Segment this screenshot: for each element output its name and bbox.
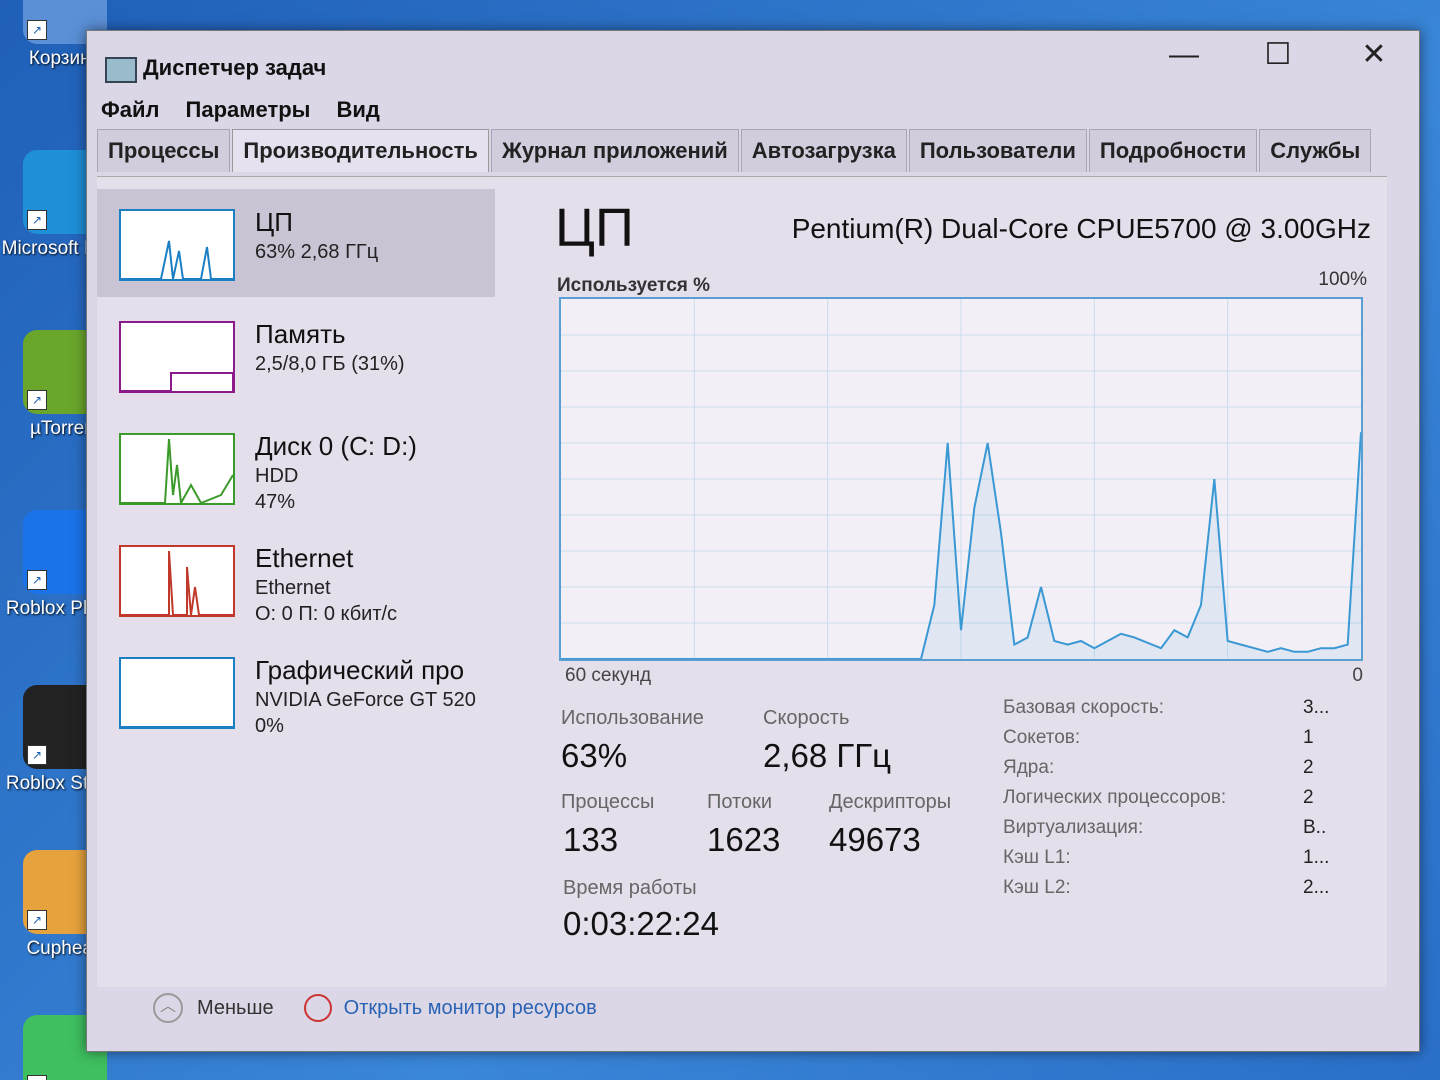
- graph-max-label: 100%: [1318, 269, 1367, 290]
- resource-sidebar: ЦП 63% 2,68 ГГц Память 2,5/8,0 ГБ (31%) Диск…: [97, 189, 497, 749]
- minimize-button[interactable]: —: [1139, 35, 1229, 75]
- sidebar-item-title: Графический про: [255, 655, 465, 685]
- usage-value: 63%: [561, 737, 628, 774]
- menu-options[interactable]: Параметры: [186, 97, 311, 129]
- sidebar-item-title: Ethernet: [255, 543, 354, 573]
- processes-label: Процессы: [561, 791, 655, 813]
- graph-time-left: 60 секунд: [565, 665, 652, 686]
- tab-users[interactable]: Пользователи: [908, 129, 1087, 172]
- shortcut-arrow-icon: ↗: [27, 910, 47, 930]
- graph-label: Используется %: [557, 275, 711, 296]
- detail-value: 2: [1303, 757, 1314, 778]
- sidebar-item-detail: 47%: [255, 491, 296, 513]
- sidebar-item-detail: О: 0 П: 0 кбит/с: [255, 603, 398, 625]
- mini-graph: [119, 321, 235, 393]
- speed-label: Скорость: [763, 707, 850, 729]
- uptime-value: 0:03:22:24: [563, 905, 719, 942]
- cpu-usage-graph: [559, 297, 1363, 661]
- sidebar-item[interactable]: Графический про NVIDIA GeForce GT 520 0%: [97, 637, 497, 745]
- cpu-usage-chart: [561, 299, 1361, 659]
- mini-graph: [119, 433, 235, 507]
- mini-graph-line: [121, 438, 234, 507]
- sidebar-item[interactable]: Диск 0 (C: D:) HDD 47%: [97, 413, 497, 521]
- task-manager-window: Диспетчер задач — ☐ ✕ Файл Параметры Вид…: [86, 30, 1420, 1052]
- menu-view[interactable]: Вид: [336, 97, 379, 129]
- shortcut-arrow-icon: ↗: [27, 390, 47, 410]
- task-manager-icon: [105, 57, 137, 83]
- sidebar-item[interactable]: ЦП 63% 2,68 ГГц: [97, 189, 495, 297]
- sidebar-item-title: Память: [255, 319, 346, 349]
- threads-label: Потоки: [707, 791, 773, 813]
- performance-panel: ЦП 63% 2,68 ГГц Память 2,5/8,0 ГБ (31%) Диск…: [97, 176, 1387, 987]
- mini-graph: [119, 657, 235, 729]
- mini-graph-line: [121, 726, 233, 728]
- detail-value: 2: [1303, 787, 1314, 808]
- sidebar-item-title: Диск 0 (C: D:): [255, 431, 417, 461]
- handles-label: Дескрипторы: [829, 791, 952, 813]
- shortcut-arrow-icon: ↗: [27, 1075, 47, 1080]
- detail-value: 1...: [1303, 847, 1330, 868]
- tab-bar: Процессы Производительность Журнал прило…: [97, 129, 1373, 172]
- detail-label: Сокетов:: [1003, 727, 1081, 748]
- cpu-model: Pentium(R) Dual-Core CPUE5700 @ 3.00GHz: [791, 213, 1371, 244]
- tab-details[interactable]: Подробности: [1088, 129, 1258, 172]
- detail-value: 2...: [1303, 877, 1330, 898]
- detail-value: 1: [1303, 727, 1314, 748]
- detail-label: Логических процессоров:: [1003, 787, 1227, 808]
- sidebar-item-detail: HDD: [255, 465, 299, 487]
- mini-graph-line: [121, 240, 233, 280]
- footer-bar: ︿ Меньше Открыть монитор ресурсов: [153, 993, 597, 1023]
- maximize-button[interactable]: ☐: [1233, 35, 1323, 75]
- detail-value: В..: [1303, 817, 1327, 838]
- detail-label: Виртуализация:: [1003, 817, 1144, 838]
- mini-graph-line: [121, 372, 234, 392]
- tab-startup[interactable]: Автозагрузка: [740, 129, 907, 172]
- speed-value: 2,68 ГГц: [763, 737, 892, 774]
- sidebar-item[interactable]: Память 2,5/8,0 ГБ (31%): [97, 301, 497, 409]
- sidebar-item-detail: Ethernet: [255, 577, 331, 599]
- chevron-up-icon[interactable]: ︿: [153, 993, 183, 1023]
- threads-value: 1623: [707, 821, 781, 858]
- sidebar-item-detail: 2,5/8,0 ГБ (31%): [255, 353, 405, 375]
- detail-label: Ядра:: [1003, 757, 1055, 778]
- cpu-heading: ЦП: [555, 198, 634, 258]
- open-resource-monitor-link[interactable]: Открыть монитор ресурсов: [344, 997, 597, 1020]
- mini-graph: [119, 209, 235, 281]
- sidebar-item-detail: 0%: [255, 715, 284, 737]
- sidebar-item[interactable]: Ethernet Ethernet О: 0 П: 0 кбит/с: [97, 525, 497, 633]
- detail-label: Базовая скорость:: [1003, 697, 1165, 718]
- mini-graph-line: [121, 550, 233, 616]
- sidebar-item-title: ЦП: [255, 207, 293, 237]
- tab-processes[interactable]: Процессы: [97, 129, 231, 172]
- graph-time-right: 0: [1352, 665, 1363, 686]
- shortcut-arrow-icon: ↗: [27, 570, 47, 590]
- uptime-label: Время работы: [563, 877, 697, 899]
- close-button[interactable]: ✕: [1329, 35, 1419, 75]
- window-title: Диспетчер задач: [143, 55, 327, 80]
- processes-value: 133: [563, 821, 619, 858]
- mini-graph: [119, 545, 235, 617]
- sidebar-item-detail: 63% 2,68 ГГц: [255, 241, 379, 263]
- shortcut-arrow-icon: ↗: [27, 745, 47, 765]
- tab-performance[interactable]: Производительность: [232, 129, 489, 172]
- sidebar-item-detail: NVIDIA GeForce GT 520: [255, 689, 476, 711]
- handles-value: 49673: [829, 821, 921, 858]
- shortcut-arrow-icon: ↗: [27, 20, 47, 40]
- cpu-detail-pane: ЦП Pentium(R) Dual-Core CPUE5700 @ 3.00G…: [547, 177, 1377, 977]
- resource-monitor-icon: [303, 994, 332, 1022]
- usage-label: Использование: [561, 707, 704, 729]
- tab-app-history[interactable]: Журнал приложений: [490, 129, 739, 172]
- title-bar: Диспетчер задач — ☐ ✕: [87, 31, 1419, 97]
- fewer-details-link[interactable]: Меньше: [197, 997, 274, 1020]
- detail-value: 3...: [1303, 697, 1330, 718]
- tab-services[interactable]: Службы: [1259, 129, 1372, 172]
- detail-label: Кэш L2:: [1003, 877, 1071, 898]
- menu-file[interactable]: Файл: [101, 97, 160, 129]
- shortcut-arrow-icon: ↗: [27, 210, 47, 230]
- menu-bar: Файл Параметры Вид: [87, 97, 1419, 129]
- detail-label: Кэш L1:: [1003, 847, 1071, 868]
